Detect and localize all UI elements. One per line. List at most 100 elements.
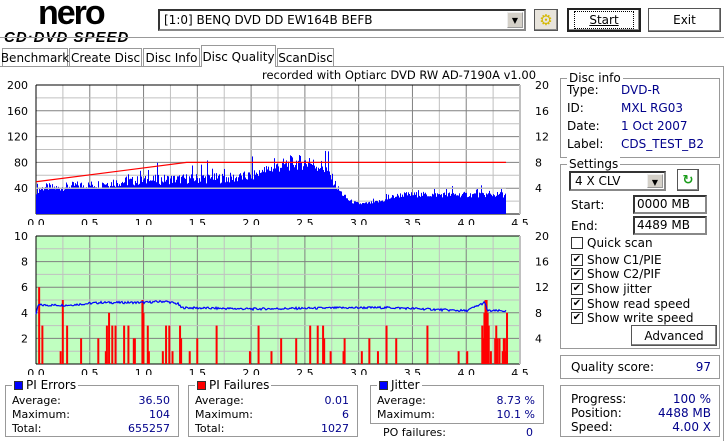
pie-bar [231, 176, 232, 214]
pie-bar [166, 179, 167, 214]
pie-bar [132, 176, 133, 214]
check-icon[interactable]: ✔ [571, 254, 583, 266]
pie-bar [251, 178, 252, 214]
pie-bar [372, 203, 373, 214]
tab-disc-info[interactable]: Disc Info [143, 48, 200, 67]
drive-select[interactable]: [1:0] BENQ DVD DD EW164B BEFB ▼ [158, 9, 526, 31]
pie-bar [309, 158, 310, 214]
pie-bar [319, 169, 320, 214]
pie-bar [135, 180, 136, 214]
pie-bar [268, 166, 269, 214]
start-input[interactable]: 0000 MB [633, 195, 707, 214]
pie-bar [133, 184, 134, 214]
pie-bar [87, 188, 88, 214]
show-c2-pif-checkbox[interactable]: ✔ Show C2/PIF [571, 267, 661, 281]
checkbox-box[interactable] [571, 237, 583, 249]
pie-bar [341, 191, 342, 214]
pie-bar [350, 200, 351, 214]
pie-bar [192, 165, 193, 214]
pie-bar [43, 190, 44, 214]
end-input[interactable]: 4489 MB [633, 216, 707, 235]
refresh-button[interactable]: ↻ [677, 169, 699, 191]
pie-bar [480, 193, 481, 214]
check-icon[interactable]: ✔ [571, 312, 583, 324]
pie-bar [389, 198, 390, 214]
pie-bar [439, 194, 440, 214]
pie-bar [284, 164, 285, 214]
tab-create-disc[interactable]: Create Disc [69, 48, 142, 67]
pie-bar [269, 170, 270, 214]
pie-bar [484, 195, 485, 214]
total-label: Total: [195, 422, 225, 435]
avg-label: Average: [12, 394, 61, 407]
max-label: Maximum: [195, 408, 253, 421]
pie-bar [89, 184, 90, 214]
pie-bar [91, 181, 92, 214]
pie-bar [323, 169, 324, 214]
quality-score-value: 97 [695, 360, 711, 374]
pie-bar [50, 184, 51, 214]
pie-bar [366, 202, 367, 214]
check-icon[interactable]: ✔ [571, 283, 583, 295]
check-icon[interactable]: ✔ [571, 268, 583, 280]
type-label: Type: [567, 83, 599, 97]
start-button[interactable]: Start [567, 8, 641, 32]
show-write-speed-checkbox[interactable]: ✔ Show write speed [571, 311, 693, 325]
advanced-button[interactable]: Advanced [631, 325, 717, 346]
drive-info-button[interactable]: ⚙ [534, 9, 558, 31]
pie-bar [337, 189, 338, 214]
pie-bar [474, 193, 475, 214]
pif-bar [133, 338, 136, 364]
pie-bar [359, 204, 360, 214]
pie-bar [387, 199, 388, 214]
y2-tick-label: 16 [535, 105, 549, 118]
pie-bar [114, 185, 115, 214]
pie-bar [466, 192, 467, 214]
show-jitter-checkbox[interactable]: ✔ Show jitter [571, 282, 652, 296]
tab-benchmark[interactable]: Benchmark [1, 48, 69, 67]
pie-bar [39, 188, 40, 214]
pie-bar [315, 168, 316, 214]
pie-bar [295, 165, 296, 214]
chevron-down-icon[interactable]: ▼ [647, 174, 663, 188]
pie-bar [450, 195, 451, 214]
pie-bar [110, 185, 111, 214]
exit-button[interactable]: Exit [648, 8, 721, 32]
pie-bar [432, 193, 433, 214]
pi-failures-chart: 0.0 0.5 1.0 1.5 2.0 2.5 3.0 3.5 4.0 4.5 10 8 6 4 2 20 16… [14, 230, 549, 375]
pie-bar [430, 196, 431, 214]
pie-bar [275, 168, 276, 214]
quick-scan-checkbox[interactable]: Quick scan [571, 236, 653, 250]
pie-bar [226, 177, 227, 214]
pie-bar [225, 182, 226, 214]
x-tick-label: 2.5 [296, 217, 314, 225]
pie-bar [468, 196, 469, 214]
tab-disc-quality[interactable]: Disc Quality [201, 45, 276, 67]
pie-bar [69, 186, 70, 214]
pie-bar [290, 155, 291, 214]
pif-bar [61, 300, 64, 364]
pie-bar [369, 201, 370, 214]
pie-bar [356, 202, 357, 214]
label-value: CDS_TEST_B2 [621, 137, 704, 151]
y-tick-label: 10 [14, 230, 28, 243]
pie-bar [81, 182, 82, 214]
pie-bar [221, 182, 222, 214]
check-icon[interactable]: ✔ [571, 298, 583, 310]
speed-select[interactable]: 4 X CLV ▼ [569, 171, 666, 191]
pie-bar [362, 203, 363, 214]
show-c1-pie-checkbox[interactable]: ✔ Show C1/PIE [571, 253, 662, 267]
pie-bar [336, 188, 337, 214]
pie-bar [300, 155, 301, 214]
pie-bar [353, 203, 354, 214]
pie-bar [95, 187, 96, 214]
pie-bar [388, 194, 389, 214]
checkbox-label: Show write speed [587, 311, 694, 325]
show-read-speed-checkbox[interactable]: ✔ Show read speed [571, 297, 690, 311]
pie-bar [233, 174, 234, 214]
chevron-down-icon[interactable]: ▼ [507, 12, 523, 28]
pie-bar [151, 180, 152, 214]
pie-bar [410, 195, 411, 214]
tab-scandisc[interactable]: ScanDisc [277, 48, 334, 67]
y2-tick-label: 20 [535, 79, 549, 92]
